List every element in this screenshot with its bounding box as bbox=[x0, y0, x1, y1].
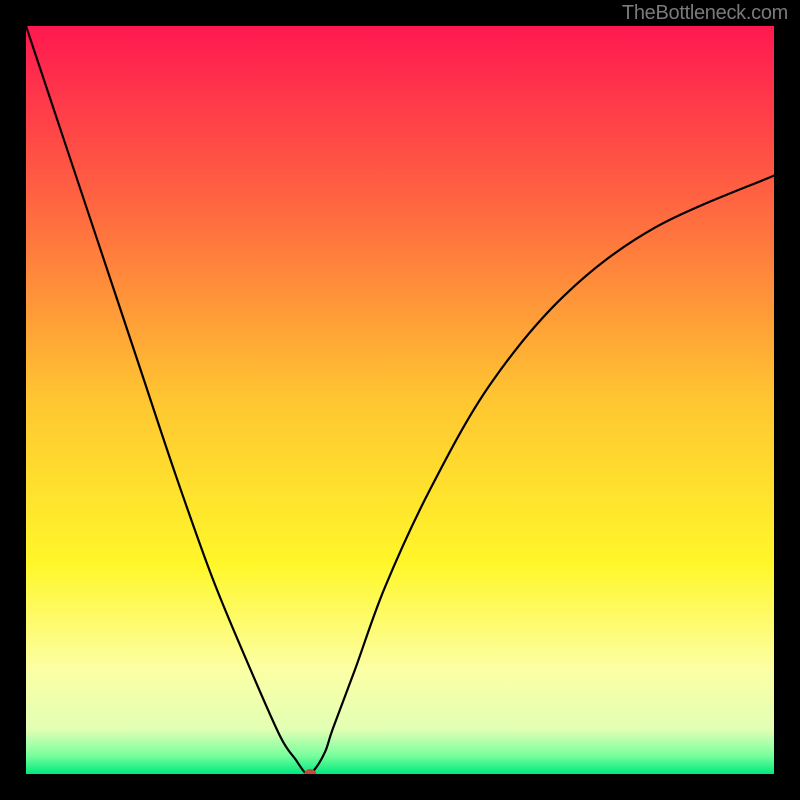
bottleneck-chart bbox=[26, 26, 774, 774]
chart-container bbox=[26, 26, 774, 774]
watermark-text: TheBottleneck.com bbox=[622, 2, 788, 25]
gradient-background bbox=[26, 26, 774, 774]
